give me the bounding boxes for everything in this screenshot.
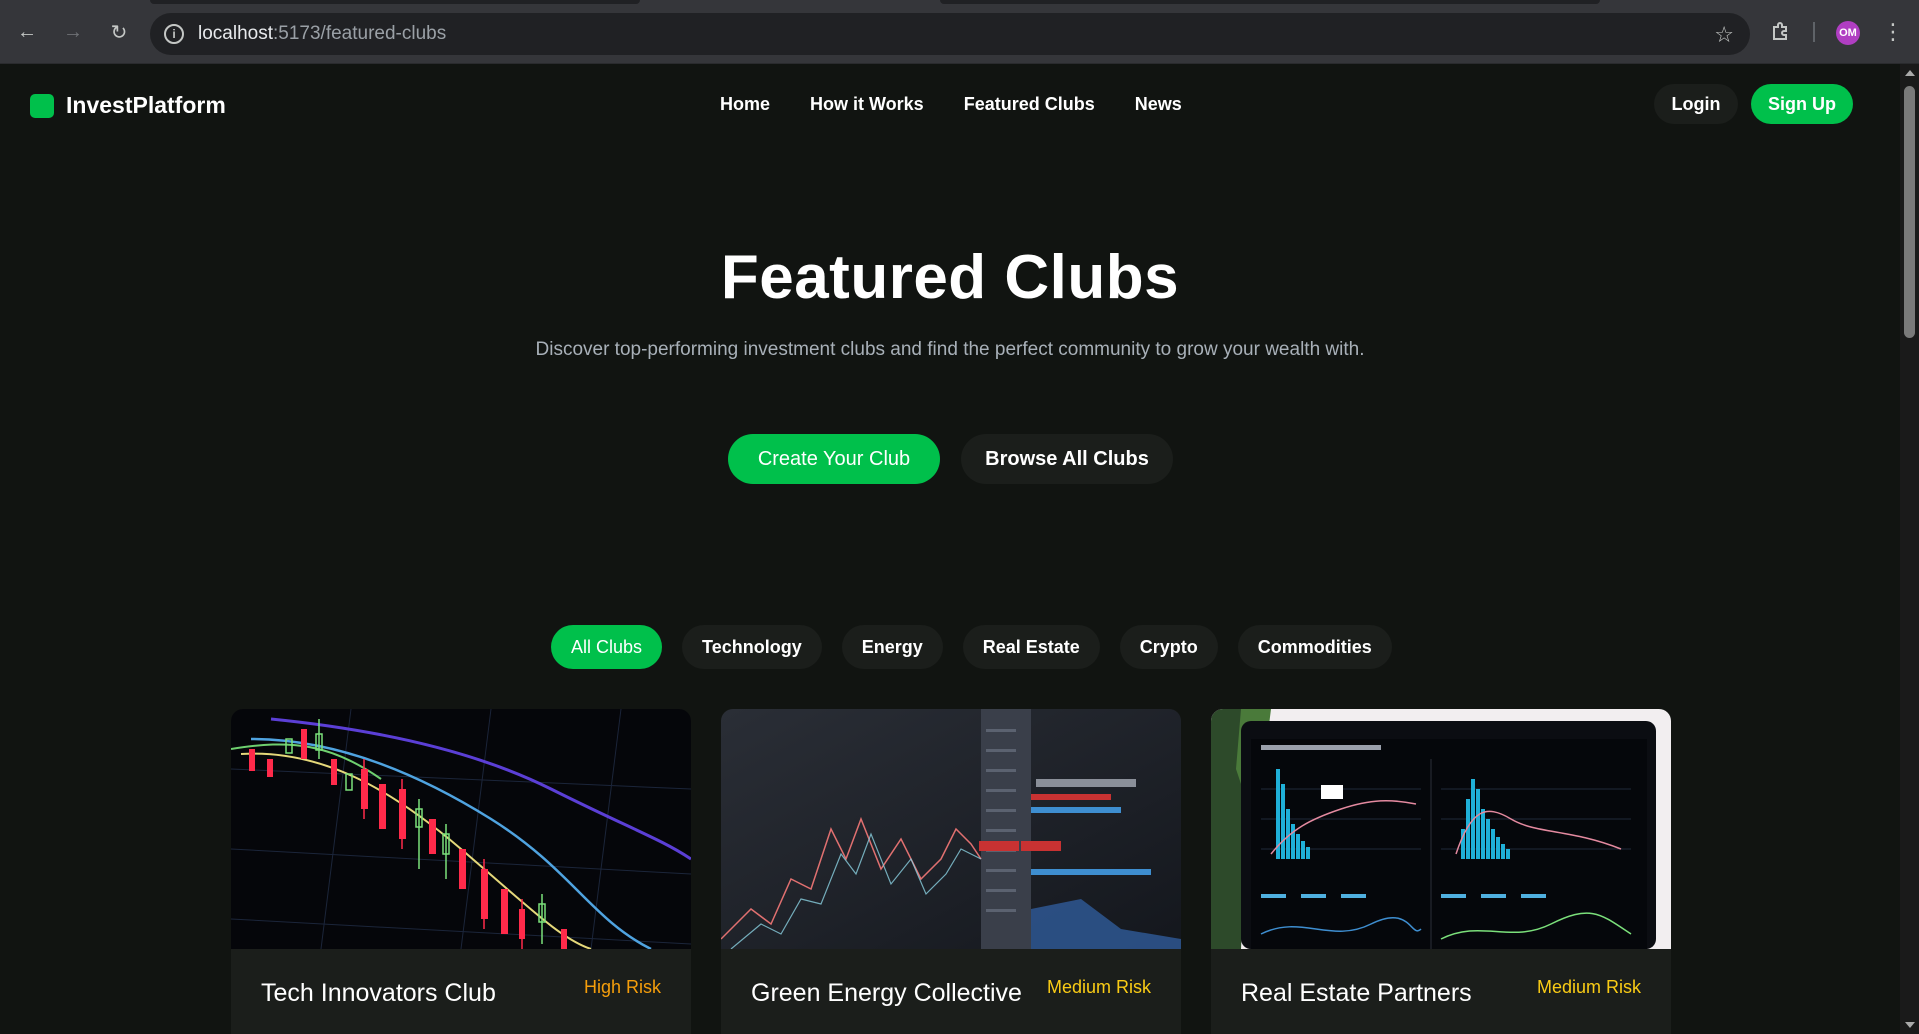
bookmark-star-icon[interactable]: ☆ [1714,22,1734,48]
club-card[interactable]: Green Energy Collective Medium Risk [721,709,1181,1034]
address-bar[interactable]: i localhost:5173/featured-clubs ☆ [150,13,1750,55]
nav-news[interactable]: News [1135,94,1182,115]
club-name: Green Energy Collective [751,979,1022,1007]
filter-technology[interactable]: Technology [682,625,822,669]
login-button[interactable]: Login [1654,84,1738,124]
browser-toolbar: ← → ↻ i localhost:5173/featured-clubs ☆ … [0,0,1919,64]
filter-crypto[interactable]: Crypto [1119,625,1218,669]
club-card[interactable]: Tech Innovators Club High Risk [231,709,691,1034]
brand-name: InvestPlatform [66,92,226,118]
extensions-icon[interactable] [1768,18,1794,44]
scroll-down-icon[interactable] [1905,1022,1915,1028]
risk-badge: High Risk [583,977,661,997]
site-info-icon[interactable]: i [164,24,184,44]
page-viewport: InvestPlatform Home How it Works Feature… [0,64,1900,1034]
forward-icon[interactable]: → [58,17,88,47]
filter-commodities[interactable]: Commodities [1237,625,1392,669]
reload-icon[interactable]: ↻ [104,17,134,47]
scroll-up-icon[interactable] [1905,70,1915,76]
tab-strip-edge [940,0,1600,4]
profile-avatar[interactable]: OM [1836,21,1860,45]
nav-featured-clubs[interactable]: Featured Clubs [964,94,1095,115]
risk-badge: Medium Risk [1046,977,1151,997]
club-cards: Tech Innovators Club High Risk Green Ene… [231,709,1671,1034]
filter-all-clubs[interactable]: All Clubs [551,625,663,669]
club-card-image [231,709,691,949]
tab-strip-edge [150,0,640,4]
page-title: Featured Clubs [720,243,1180,312]
nav-how-it-works[interactable]: How it Works [810,94,924,115]
hero-subtitle: Discover top-performing investment clubs… [535,339,1365,360]
browser-menu-icon[interactable]: ⋮ [1882,18,1904,46]
club-name: Tech Innovators Club [261,979,496,1007]
create-club-button[interactable]: Create Your Club [728,434,940,484]
main-nav: Home How it Works Featured Clubs News [720,94,1182,115]
club-card-image [1211,709,1671,949]
club-card-image [721,709,1181,949]
page-scrollbar[interactable] [1900,64,1919,1034]
browse-clubs-button[interactable]: Browse All Clubs [961,434,1173,484]
filter-real-estate[interactable]: Real Estate [962,625,1100,669]
url-host: localhost [198,23,273,44]
brand[interactable]: InvestPlatform [30,92,226,119]
toolbar-separator [1813,22,1815,42]
address-url[interactable]: localhost:5173/featured-clubs [198,23,446,45]
category-filters: All Clubs Technology Energy Real Estate … [551,625,1392,669]
club-card[interactable]: Real Estate Partners Medium Risk [1211,709,1671,1034]
filter-energy[interactable]: Energy [841,625,943,669]
back-icon[interactable]: ← [12,17,42,47]
risk-badge: Medium Risk [1536,977,1641,997]
scrollbar-thumb[interactable] [1904,86,1915,338]
club-name: Real Estate Partners [1241,979,1472,1007]
url-path: :5173/featured-clubs [273,23,447,44]
signup-button[interactable]: Sign Up [1751,84,1853,124]
site-header: InvestPlatform Home How it Works Feature… [0,64,1900,144]
logo-icon [30,93,54,118]
nav-home[interactable]: Home [720,94,770,115]
